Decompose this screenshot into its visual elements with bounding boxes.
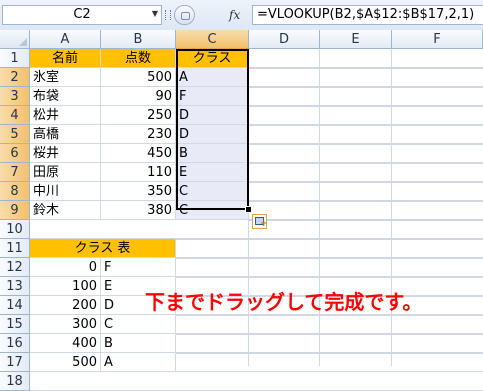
- name-box-dropdown-icon[interactable]: ▼: [150, 6, 160, 22]
- class-cell[interactable]: A: [176, 68, 249, 87]
- class-cell[interactable]: D: [176, 106, 249, 125]
- row-header-13[interactable]: 13: [0, 277, 30, 296]
- grade-cell[interactable]: A: [101, 353, 176, 372]
- select-all-corner[interactable]: [0, 30, 30, 49]
- row-header-16[interactable]: 16: [0, 334, 30, 353]
- score-cell[interactable]: 230: [101, 125, 176, 144]
- row-header-4[interactable]: 4: [0, 106, 30, 125]
- gridline-f: [391, 49, 392, 366]
- name-cell[interactable]: 氷室: [30, 68, 101, 87]
- class-cell[interactable]: C: [176, 182, 249, 201]
- class-cell[interactable]: D: [176, 125, 249, 144]
- formula-bar: C2 ▼ fx =VLOOKUP(B2,$A$12:$B$17,2,1): [0, 0, 483, 31]
- row-header-9[interactable]: 9: [0, 201, 30, 220]
- row-header-14[interactable]: 14: [0, 296, 30, 315]
- row-header-3[interactable]: 3: [0, 87, 30, 106]
- name-cell[interactable]: 桜井: [30, 144, 101, 163]
- name-box[interactable]: C2: [2, 5, 162, 25]
- score-cell[interactable]: 90: [101, 87, 176, 106]
- score-cell[interactable]: 450: [101, 144, 176, 163]
- header-cell-score[interactable]: 点数: [101, 49, 176, 68]
- threshold-cell[interactable]: 500: [30, 353, 101, 372]
- fill-handle[interactable]: [245, 206, 252, 213]
- formula-input[interactable]: =VLOOKUP(B2,$A$12:$B$17,2,1): [252, 5, 483, 25]
- score-cell[interactable]: 380: [101, 201, 176, 220]
- row-header-7[interactable]: 7: [0, 163, 30, 182]
- class-cell[interactable]: B: [176, 144, 249, 163]
- column-header-f[interactable]: F: [392, 30, 483, 49]
- row-header-6[interactable]: 6: [0, 144, 30, 163]
- autofill-plus-icon: +: [260, 219, 268, 229]
- grade-cell[interactable]: C: [101, 315, 176, 334]
- score-cell[interactable]: 110: [101, 163, 176, 182]
- class-table-header[interactable]: クラス 表: [30, 239, 176, 258]
- name-cell[interactable]: 布袋: [30, 87, 101, 106]
- row-header-1[interactable]: 1: [0, 49, 30, 68]
- column-header-b[interactable]: B: [101, 30, 176, 49]
- class-cell[interactable]: E: [176, 163, 249, 182]
- grade-cell[interactable]: B: [101, 334, 176, 353]
- row-header-15[interactable]: 15: [0, 315, 30, 334]
- name-cell[interactable]: 田原: [30, 163, 101, 182]
- name-cell[interactable]: 中川: [30, 182, 101, 201]
- column-header-e[interactable]: E: [320, 30, 392, 49]
- threshold-cell[interactable]: 200: [30, 296, 101, 315]
- row-header-17[interactable]: 17: [0, 353, 30, 372]
- autofill-options-button[interactable]: +: [252, 214, 268, 229]
- row-header-5[interactable]: 5: [0, 125, 30, 144]
- expand-icon: [181, 12, 190, 20]
- instruction-caption: 下までドラッグして完成です。: [145, 290, 423, 314]
- column-header-c[interactable]: C: [176, 30, 249, 49]
- row-header-10[interactable]: 10: [0, 220, 30, 239]
- gridlines-right: [249, 68, 483, 366]
- row-header-2[interactable]: 2: [0, 68, 30, 87]
- threshold-cell[interactable]: 300: [30, 315, 101, 334]
- insert-function-icon[interactable]: fx: [229, 5, 249, 25]
- row-header-18[interactable]: 18: [0, 372, 30, 391]
- score-cell[interactable]: 250: [101, 106, 176, 125]
- header-cell-class[interactable]: クラス: [176, 49, 249, 68]
- class-cell[interactable]: F: [176, 87, 249, 106]
- row-header-11[interactable]: 11: [0, 239, 30, 258]
- expand-formula-button[interactable]: [174, 5, 195, 25]
- threshold-cell[interactable]: 100: [30, 277, 101, 296]
- score-cell[interactable]: 500: [101, 68, 176, 87]
- header-cell-name[interactable]: 名前: [30, 49, 101, 68]
- column-header-a[interactable]: A: [30, 30, 101, 49]
- threshold-cell[interactable]: 400: [30, 334, 101, 353]
- threshold-cell[interactable]: 0: [30, 258, 101, 277]
- name-cell[interactable]: 鈴木: [30, 201, 101, 220]
- score-cell[interactable]: 350: [101, 182, 176, 201]
- class-cell[interactable]: C: [176, 201, 249, 220]
- splitter-grip[interactable]: [165, 10, 171, 20]
- name-cell[interactable]: 松井: [30, 106, 101, 125]
- gridline-e: [319, 49, 320, 366]
- row-header-12[interactable]: 12: [0, 258, 30, 277]
- name-cell[interactable]: 高橋: [30, 125, 101, 144]
- row-header-8[interactable]: 8: [0, 182, 30, 201]
- grade-cell[interactable]: F: [101, 258, 176, 277]
- column-header-d[interactable]: D: [249, 30, 320, 49]
